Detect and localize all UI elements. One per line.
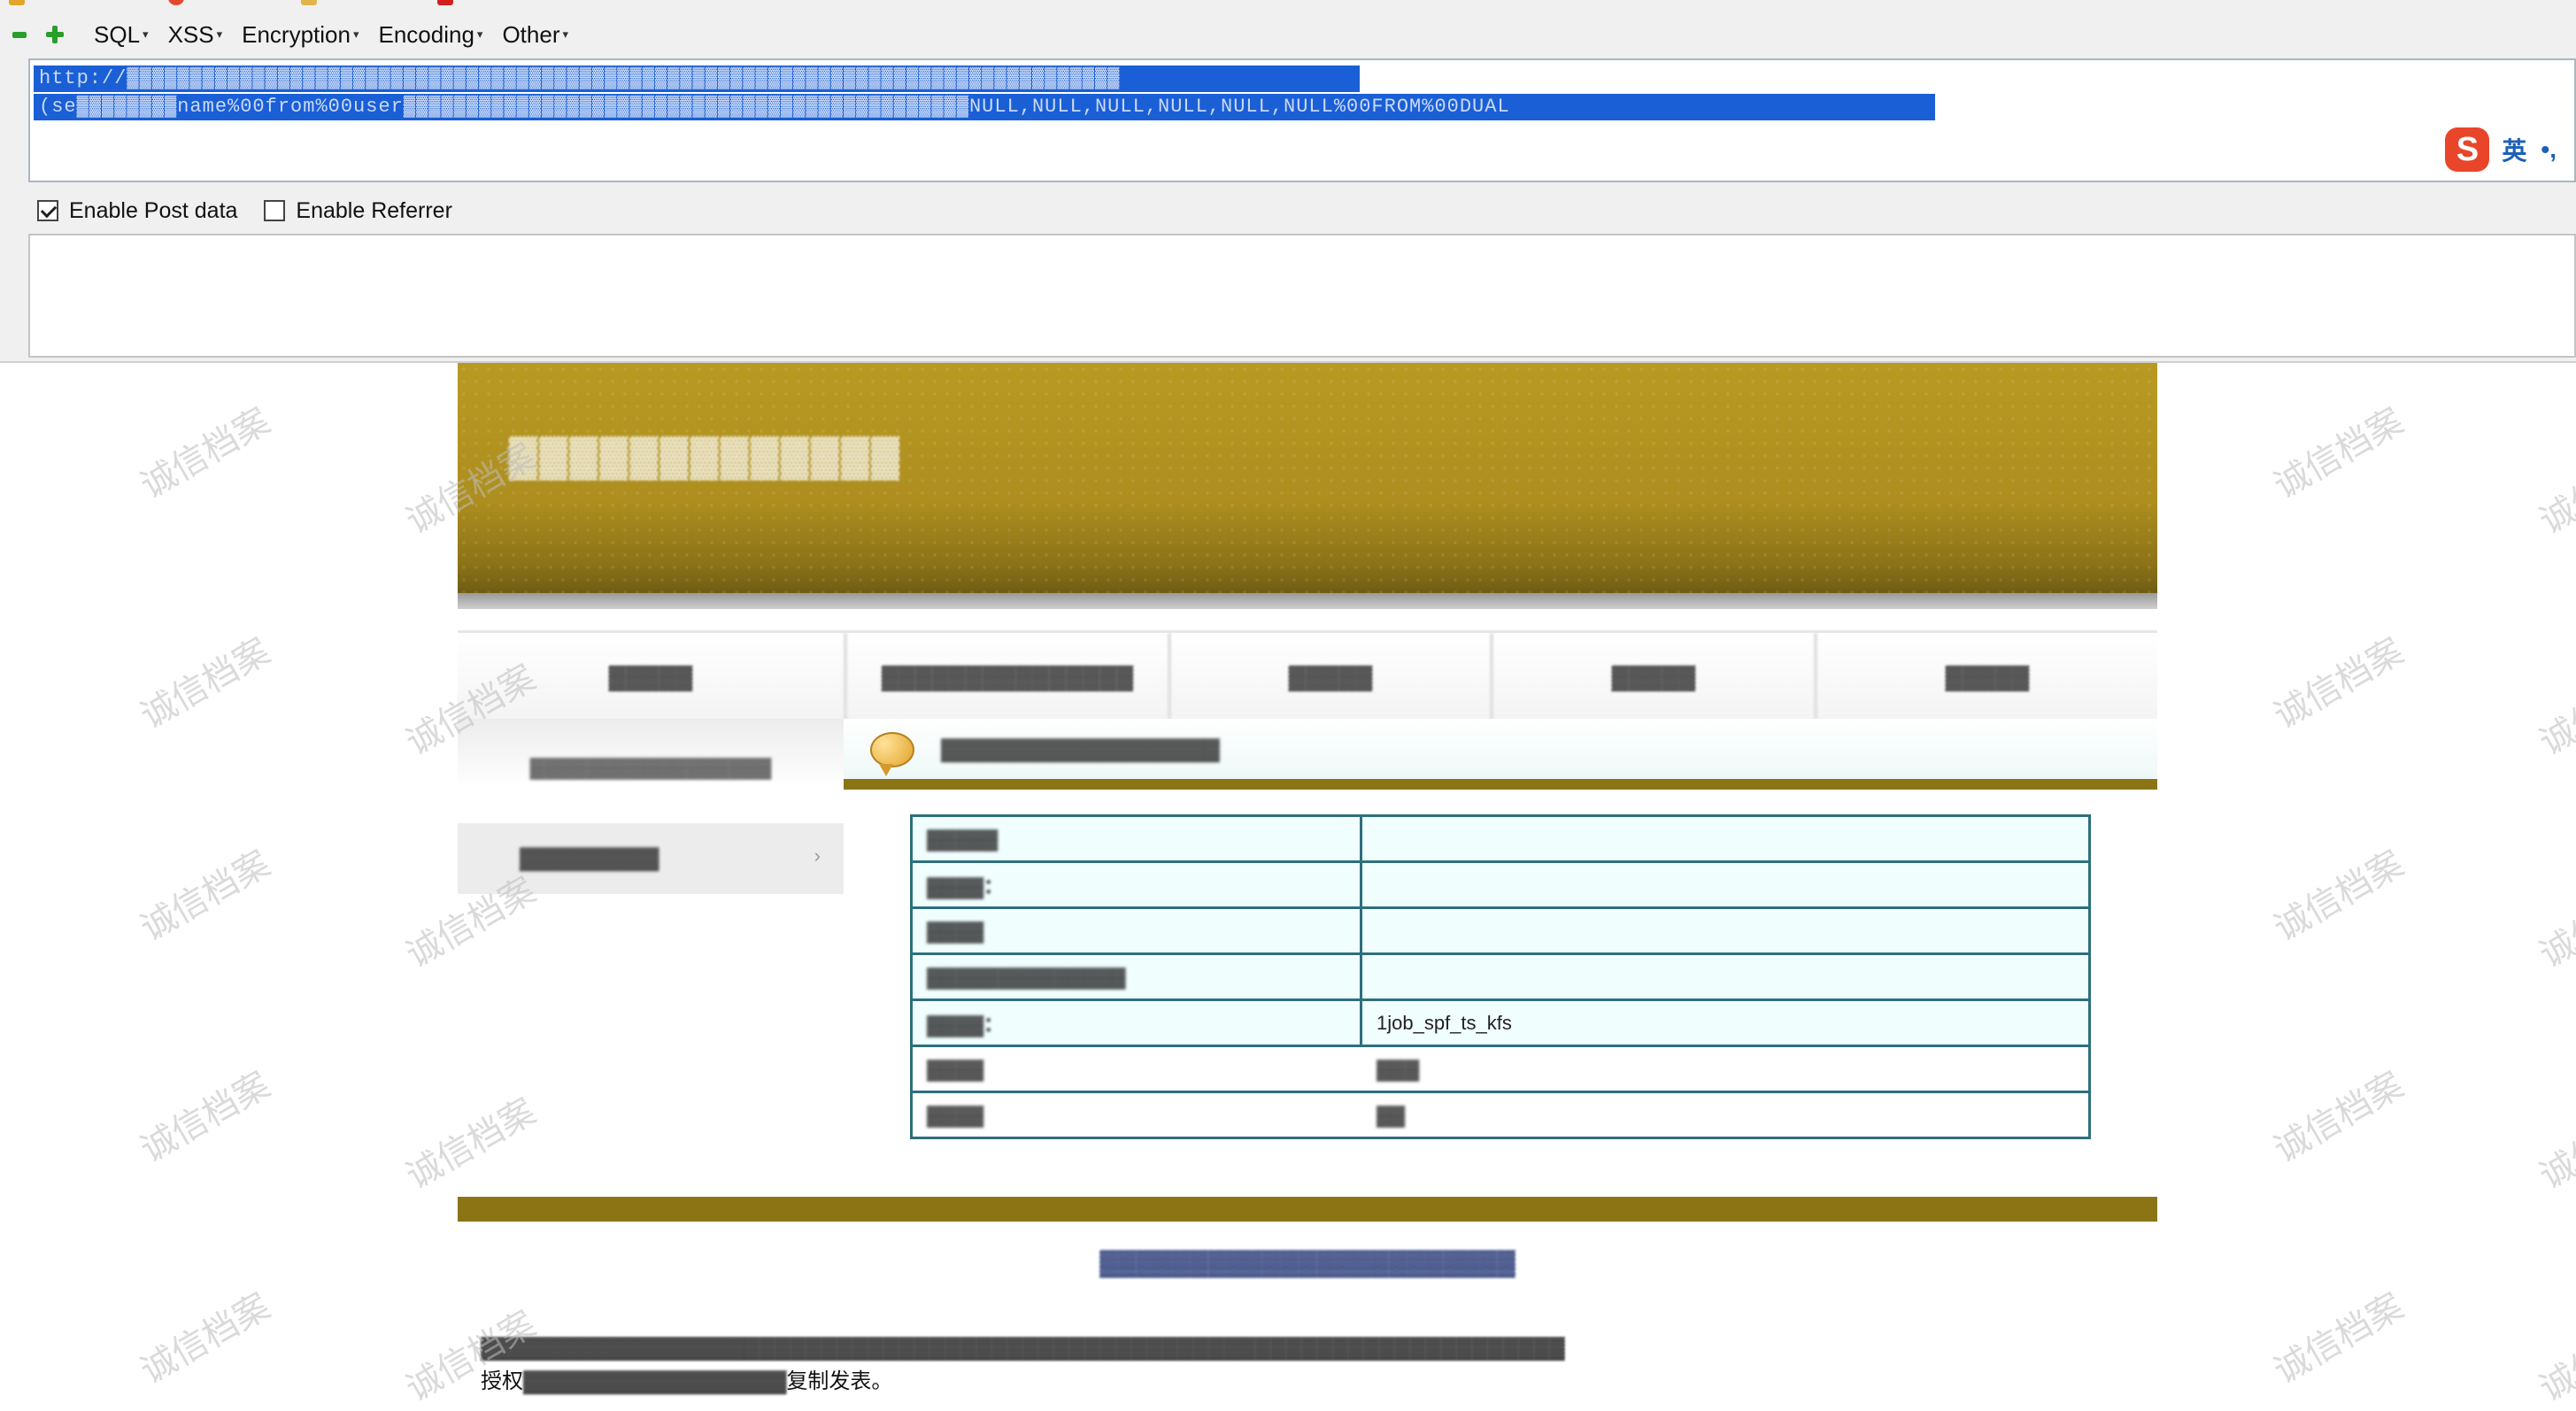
nav-item-5[interactable]: ▓▓▓▓▓ [1817, 633, 2157, 720]
table-value: 1job_spf_ts_kfs [1360, 998, 2091, 1047]
caret-down-icon: ▾ [143, 27, 149, 41]
watermark: 诚信档案 [2533, 869, 2576, 976]
table-label: ▓▓▓▓： [910, 860, 1362, 909]
footer-notice: ▓▓▓▓▓▓▓▓▓▓▓▓▓▓▓▓▓▓▓▓▓▓▓▓▓▓▓▓▓▓▓▓▓▓▓▓▓▓▓▓… [481, 1336, 1565, 1360]
watermark: 诚信档案 [399, 1091, 543, 1198]
bookmark-icon[interactable] [9, 0, 25, 5]
watermark: 诚信档案 [2267, 1064, 2410, 1171]
table-row: ▓▓▓▓▓ [910, 814, 2091, 863]
watermark: 诚信档案 [134, 630, 277, 737]
caret-down-icon: ▾ [562, 27, 569, 41]
bookmark-icon[interactable] [168, 0, 184, 5]
selected-url-line-1[interactable]: http://▓▓▓▓▓▓▓▓▓▓▓▓▓▓▓▓▓▓▓▓▓▓▓▓▓▓▓▓▓▓▓▓▓… [34, 66, 1360, 92]
table-value [1360, 860, 2091, 909]
menu-xss[interactable]: XSS ▾ [168, 21, 223, 49]
main-nav: ▓▓▓▓▓ ▓▓▓▓▓▓▓▓▓▓▓▓▓▓▓ ▓▓▓▓▓ ▓▓▓▓▓ ▓▓▓▓▓ [458, 630, 2157, 721]
enable-referrer-option[interactable]: Enable Referrer [264, 198, 452, 224]
menu-sql[interactable]: SQL ▾ [94, 21, 149, 49]
table-label: ▓▓▓▓▓ [910, 814, 1362, 863]
speech-bubble-icon [870, 732, 914, 776]
menu-encoding[interactable]: Encoding ▾ [379, 21, 483, 49]
watermark: 诚信档案 [2533, 657, 2576, 764]
table-row: ▓▓▓▓ [910, 906, 2091, 955]
bookmark-icon[interactable] [437, 0, 453, 5]
table-row: ▓▓▓▓ ▓▓ [910, 1091, 2091, 1139]
watermark: 诚信档案 [2533, 1303, 2576, 1410]
table-label: ▓▓▓▓ [910, 1091, 1362, 1139]
table-label: ▓▓▓▓▓▓▓▓▓▓▓▓▓▓ [910, 952, 1362, 1001]
hackbar-panel: SQL ▾ XSS ▾ Encryption ▾ Encoding ▾ Other ▾ h… [0, 0, 2576, 363]
menu-encryption[interactable]: Encryption ▾ [242, 21, 359, 49]
folder-icon[interactable] [301, 0, 317, 5]
watermark: 诚信档案 [2533, 1091, 2576, 1198]
site-title: ▓▓▓▓▓▓▓▓▓▓▓▓▓ [509, 434, 901, 477]
watermark: 诚信档案 [2267, 400, 2410, 507]
table-value [1360, 906, 2091, 955]
enable-post-data-checkbox[interactable] [37, 200, 58, 221]
ime-language: 英 [2502, 137, 2527, 165]
caret-down-icon: ▾ [476, 27, 483, 41]
ime-indicator[interactable]: S 英 •, [2445, 127, 2557, 172]
enable-post-data-option[interactable]: Enable Post data [37, 198, 237, 224]
watermark: 诚信档案 [134, 1285, 277, 1392]
caret-down-icon: ▾ [352, 27, 359, 41]
table-row: ▓▓▓▓▓▓▓▓▓▓▓▓▓▓ [910, 952, 2091, 1001]
watermark: 诚信档案 [2267, 630, 2410, 737]
nav-item-2[interactable]: ▓▓▓▓▓▓▓▓▓▓▓▓▓▓▓ [847, 633, 1171, 720]
sidebar-header: ▓▓▓▓▓▓▓▓▓▓▓▓▓▓▓▓▓ [458, 719, 844, 816]
watermark: 诚信档案 [2533, 436, 2576, 543]
site-banner: ▓▓▓▓▓▓▓▓▓▓▓▓▓ [458, 363, 2157, 593]
table-value [1360, 952, 2091, 1001]
watermark: 诚信档案 [134, 843, 277, 950]
table-value: ▓▓ [1360, 1091, 2091, 1139]
expand-icon[interactable] [46, 26, 64, 43]
url-textarea[interactable]: http://▓▓▓▓▓▓▓▓▓▓▓▓▓▓▓▓▓▓▓▓▓▓▓▓▓▓▓▓▓▓▓▓▓… [28, 58, 2576, 182]
hackbar-menubar: SQL ▾ XSS ▾ Encryption ▾ Encoding ▾ Other ▾ [12, 16, 588, 53]
table-label: ▓▓▓▓ [910, 1045, 1362, 1093]
ime-punctuation: •, [2541, 135, 2557, 163]
footer-divider [458, 1197, 2157, 1222]
caret-down-icon: ▾ [216, 27, 223, 41]
watermark: 诚信档案 [134, 400, 277, 507]
table-row: ▓▓▓▓： [910, 860, 2091, 909]
watermark: 诚信档案 [134, 1064, 277, 1171]
banner-divider [458, 593, 2157, 609]
watermark: 诚信档案 [2267, 1285, 2410, 1392]
sogou-logo-icon: S [2445, 127, 2490, 172]
table-row: ▓▓▓▓： 1job_spf_ts_kfs [910, 998, 2091, 1047]
nav-item-3[interactable]: ▓▓▓▓▓ [1171, 633, 1493, 720]
menu-other[interactable]: Other ▾ [502, 21, 568, 49]
chevron-right-icon: › [814, 844, 821, 867]
content-heading: ▓▓▓▓▓▓▓▓▓▓▓▓▓▓▓▓▓▓ [844, 719, 2157, 781]
collapse-icon[interactable] [12, 31, 27, 38]
table-label: ▓▓▓▓： [910, 998, 1362, 1047]
table-value [1360, 814, 2091, 863]
watermark: 诚信档案 [2267, 843, 2410, 950]
selected-url-line-2[interactable]: (se▓▓▓▓▓▓▓▓name%00from%00user▓▓▓▓▓▓▓▓▓▓▓… [34, 94, 1935, 120]
post-data-textarea[interactable] [28, 234, 2576, 358]
table-label: ▓▓▓▓ [910, 906, 1362, 955]
table-value: ▓▓▓ [1360, 1045, 2091, 1093]
nav-item-4[interactable]: ▓▓▓▓▓ [1493, 633, 1817, 720]
content-heading-bar [844, 779, 2157, 790]
table-row: ▓▓▓▓ ▓▓▓ [910, 1045, 2091, 1093]
info-table: ▓▓▓▓▓ ▓▓▓▓： ▓▓▓▓ ▓▓▓▓▓▓▓▓▓▓▓▓▓▓ ▓▓▓▓： 1j… [910, 814, 2091, 1139]
footer-title: ▓▓▓▓▓▓▓▓▓▓▓▓▓▓▓▓▓▓▓▓▓▓▓ [1099, 1248, 1516, 1276]
bookmarks-bar [0, 0, 620, 7]
enable-referrer-checkbox[interactable] [264, 200, 286, 221]
hackbar-options: Enable Post data Enable Referrer [37, 195, 479, 227]
